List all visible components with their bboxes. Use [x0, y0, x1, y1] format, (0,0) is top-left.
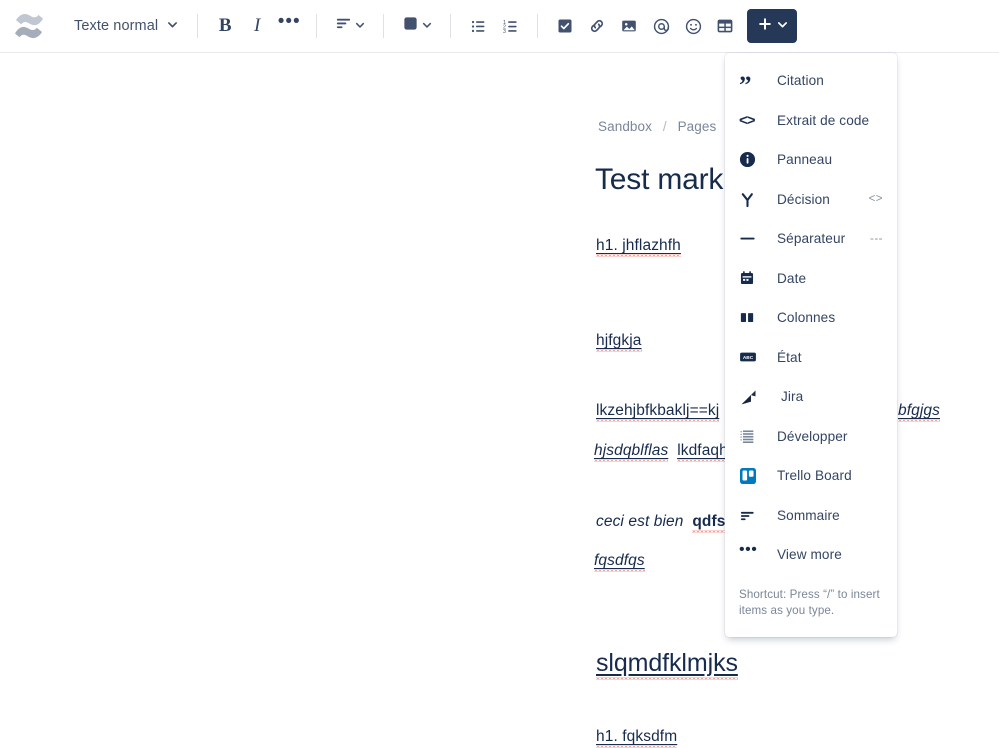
menu-item-label: Trello Board — [777, 468, 852, 484]
doc-line-5[interactable]: ceci est bien qdfsfl — [596, 513, 736, 531]
doc-text-italic: hjsdqblflas — [594, 442, 669, 462]
text-style-dropdown[interactable]: Texte normal — [66, 12, 186, 40]
svg-text:3: 3 — [503, 28, 506, 34]
toolbar-divider — [450, 14, 452, 38]
doc-line-7[interactable]: slqmdfklmjks — [596, 649, 738, 678]
menu-item-label: Extrait de code — [777, 112, 870, 128]
divider-icon — [739, 230, 763, 247]
doc-line-3[interactable]: lkzehjbfkbaklj==kj — [596, 402, 720, 422]
menu-item-citation[interactable]: ” Citation — [725, 61, 897, 101]
image-button[interactable] — [613, 10, 645, 42]
menu-item-date[interactable]: Date — [725, 259, 897, 299]
confluence-logo — [12, 9, 46, 43]
expand-icon — [739, 428, 763, 445]
color-swatch-icon — [402, 15, 419, 37]
text-style-label: Texte normal — [74, 18, 159, 34]
breadcrumb-item-pages[interactable]: Pages — [678, 119, 717, 134]
chevron-down-icon — [777, 17, 788, 35]
columns-icon — [739, 309, 763, 326]
menu-item-shortcut: --- — [870, 232, 883, 245]
text-align-button[interactable] — [328, 10, 372, 42]
menu-item-view-more[interactable]: ••• View more — [725, 535, 897, 575]
menu-item-label: View more — [777, 547, 842, 563]
menu-item-label: Colonnes — [777, 310, 836, 326]
menu-item-expand[interactable]: Développer — [725, 417, 897, 457]
menu-item-label: Sommaire — [777, 507, 840, 523]
doc-text: slqmdfklmjks — [596, 649, 738, 680]
plus-icon — [757, 16, 773, 37]
trello-icon — [739, 467, 763, 485]
doc-text: h1. jhflazhfh — [596, 237, 681, 257]
chevron-down-icon — [167, 17, 178, 35]
menu-item-separator[interactable]: Séparateur --- — [725, 219, 897, 259]
code-icon: <> — [739, 111, 756, 129]
doc-line-3-cont[interactable]: bfgjgs — [898, 402, 940, 420]
text-color-button[interactable] — [395, 10, 439, 42]
doc-line-4[interactable]: hjsdqblflas lkdfaqh — [594, 442, 728, 460]
mention-button[interactable] — [645, 10, 677, 42]
doc-text: h1. fqksdfm — [596, 728, 678, 748]
doc-line-1[interactable]: h1. jhflazhfh — [596, 237, 681, 255]
link-button[interactable] — [581, 10, 613, 42]
menu-item-columns[interactable]: Colonnes — [725, 298, 897, 338]
insert-dropdown-menu: ” Citation <> Extrait de code Panneau Dé… — [725, 53, 897, 637]
toolbar-divider — [383, 14, 385, 38]
more-formatting-button[interactable]: ••• — [273, 6, 305, 46]
menu-item-label: Citation — [777, 73, 824, 89]
jira-icon — [739, 387, 763, 407]
emoji-button[interactable] — [677, 10, 709, 42]
menu-item-label: Date — [777, 270, 807, 286]
toolbar-divider — [537, 14, 539, 38]
svg-text:ABC: ABC — [743, 355, 754, 361]
date-icon — [739, 270, 763, 286]
doc-line-6[interactable]: fqsdfqs — [594, 552, 645, 570]
menu-item-shortcut: <> — [868, 193, 883, 206]
info-panel-icon — [739, 151, 763, 168]
menu-item-jira[interactable]: Jira — [725, 377, 897, 417]
breadcrumb-separator: / — [662, 119, 667, 134]
insert-menu-button[interactable] — [747, 9, 798, 43]
menu-item-table-of-contents[interactable]: Sommaire — [725, 496, 897, 536]
menu-item-panel[interactable]: Panneau — [725, 140, 897, 180]
toolbar-divider — [316, 14, 318, 38]
italic-button[interactable]: I — [241, 10, 273, 42]
task-list-button[interactable] — [549, 10, 581, 42]
chevron-down-icon — [422, 17, 432, 35]
menu-item-label: Développer — [777, 428, 848, 444]
bold-button[interactable]: B — [209, 10, 241, 42]
align-left-icon — [335, 15, 352, 37]
menu-item-label: Séparateur — [777, 231, 846, 247]
table-button[interactable] — [709, 10, 741, 42]
ellipsis-icon: ••• — [739, 540, 758, 558]
bullet-list-button[interactable] — [462, 10, 494, 42]
editor-toolbar: Texte normal B I ••• 1 2 3 — [0, 0, 999, 53]
chevron-down-icon — [355, 17, 365, 35]
menu-item-decision[interactable]: Décision <> — [725, 180, 897, 220]
menu-item-trello-board[interactable]: Trello Board — [725, 456, 897, 496]
doc-line-2[interactable]: hjfgkja — [596, 332, 642, 350]
numbered-list-button[interactable]: 1 2 3 — [494, 10, 526, 42]
menu-shortcut-hint: Shortcut: Press “/” to insert items as y… — [739, 587, 880, 618]
menu-item-label: Jira — [781, 389, 804, 405]
decision-icon — [739, 191, 763, 208]
doc-text: lkdfaqh — [677, 442, 728, 462]
menu-item-label: Panneau — [777, 152, 833, 168]
menu-item-label: État — [777, 349, 802, 365]
menu-item-status[interactable]: ABC État — [725, 338, 897, 378]
toc-icon — [739, 507, 763, 524]
doc-text-italic: ceci est bien — [596, 513, 684, 530]
breadcrumb-item-space[interactable]: Sandbox — [598, 119, 652, 134]
toolbar-divider — [197, 14, 199, 38]
menu-item-code-snippet[interactable]: <> Extrait de code — [725, 101, 897, 141]
menu-item-label: Décision — [777, 191, 830, 207]
doc-text: lkzehjbfkbaklj==kj — [596, 402, 720, 422]
doc-line-8[interactable]: h1. fqksdfm — [596, 728, 678, 748]
doc-text-italic: fqsdfqs — [594, 552, 645, 572]
status-abc-icon: ABC — [739, 348, 763, 366]
doc-text: hjfgkja — [596, 332, 642, 352]
doc-text: bfgjgs — [898, 402, 940, 422]
